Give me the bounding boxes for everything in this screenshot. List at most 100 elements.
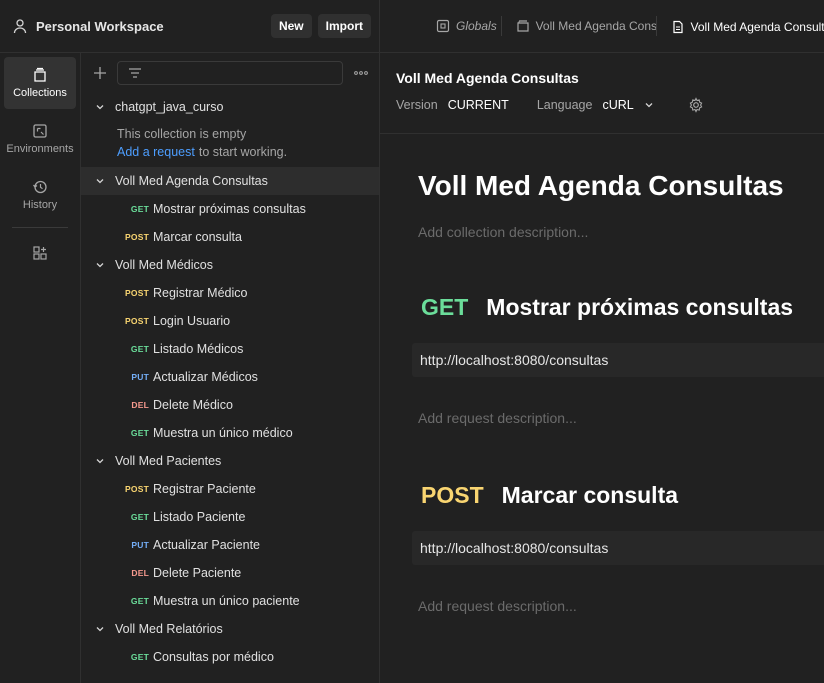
tree-request[interactable]: DEL Delete Paciente (81, 559, 379, 587)
request-name: Marcar consulta (153, 230, 242, 244)
request-name: Consultas por médico (153, 650, 274, 664)
request-name: Listado Médicos (153, 342, 244, 356)
method-badge: POST (421, 482, 484, 508)
version-select[interactable]: CURRENT (448, 98, 509, 112)
request-title[interactable]: Mostrar próximas consultas (486, 294, 793, 321)
tree-request[interactable]: GET Listado Paciente (81, 503, 379, 531)
new-button[interactable]: New (270, 14, 312, 38)
doc-meta-row: Version CURRENT Language cURL (396, 97, 824, 113)
globals-icon (436, 19, 450, 33)
method-badge: POST (125, 288, 149, 298)
tree-folder[interactable]: Voll Med Relatórios (81, 615, 379, 643)
sidebar-item-label: Collections (13, 87, 67, 99)
method-badge: DEL (131, 400, 149, 410)
workspace-title[interactable]: Personal Workspace (36, 19, 265, 34)
empty-text: This collection is empty (117, 127, 247, 141)
sidebar-rail: Collections Environments History (0, 53, 81, 683)
more-options-icon[interactable] (353, 70, 369, 76)
plus-icon[interactable] (93, 66, 107, 80)
method-badge: GET (130, 596, 149, 606)
collection-icon (516, 19, 530, 33)
request-name: Muestra un único médico (153, 426, 293, 440)
request-name: Registrar Médico (153, 286, 248, 300)
tree-request[interactable]: PUT Actualizar Médicos (81, 363, 379, 391)
tree-request[interactable]: POST Registrar Paciente (81, 475, 379, 503)
method-badge: GET (130, 428, 149, 438)
request-description-input[interactable]: Add request description... (418, 598, 824, 614)
filter-input[interactable] (117, 61, 343, 85)
tab-bar: Globals Voll Med Agenda Consul Voll Med … (380, 0, 824, 53)
sidebar-item-history[interactable]: History (4, 169, 76, 221)
method-badge: PUT (131, 372, 149, 382)
request-url[interactable]: http://localhost:8080/consultas (412, 343, 824, 377)
method-badge: PUT (131, 540, 149, 550)
doc-header-title: Voll Med Agenda Consultas (396, 70, 579, 86)
sidebar-item-environments[interactable]: Environments (4, 113, 76, 165)
chevron-down-icon (95, 176, 105, 186)
request-description-input[interactable]: Add request description... (418, 410, 824, 426)
tree-request[interactable]: POST Login Usuario (81, 307, 379, 335)
folder-name: Voll Med Relatórios (115, 622, 223, 636)
tab-globals[interactable]: Globals (422, 12, 501, 40)
workspace-header: Personal Workspace New Import (0, 0, 380, 53)
method-badge: GET (130, 512, 149, 522)
sidebar-item-configure[interactable] (4, 242, 76, 268)
user-icon (12, 18, 28, 34)
method-badge: GET (421, 294, 469, 320)
collection-title: Voll Med Agenda Consultas (418, 170, 784, 201)
tab-label: Globals (456, 19, 497, 33)
collection-description-input[interactable]: Add collection description... (418, 224, 824, 240)
collections-tree: chatgpt_java_curso This collection is em… (81, 53, 380, 683)
add-request-link[interactable]: Add a request (117, 145, 195, 159)
tab-collection-active[interactable]: Voll Med Agenda Consultas (656, 12, 824, 40)
request-title[interactable]: Marcar consulta (502, 482, 678, 509)
history-icon (32, 179, 48, 195)
tree-request[interactable]: GET Mostrar próximas consultas (81, 195, 379, 223)
method-badge: GET (130, 204, 149, 214)
doc-content: Voll Med Agenda Consultas Add collection… (380, 170, 824, 614)
tree-request[interactable]: GET Muestra un único médico (81, 419, 379, 447)
folder-name: Voll Med Pacientes (115, 454, 222, 468)
request-name: Listado Paciente (153, 510, 246, 524)
language-select[interactable]: cURL (602, 98, 633, 112)
filter-icon (128, 67, 142, 79)
empty-collection-note: This collection is empty Add a request to… (81, 125, 379, 161)
tree-request[interactable]: POST Registrar Médico (81, 279, 379, 307)
language-label: Language (536, 98, 593, 112)
tree-request[interactable]: GET Listado Médicos (81, 335, 379, 363)
rail-divider (12, 227, 68, 228)
chevron-down-icon (95, 102, 105, 112)
chevron-down-icon (95, 260, 105, 270)
tree-request[interactable]: PUT Actualizar Paciente (81, 531, 379, 559)
method-badge: GET (130, 652, 149, 662)
tree-request[interactable]: DEL Delete Médico (81, 391, 379, 419)
chevron-down-icon[interactable] (644, 100, 654, 110)
request-name: Muestra un único paciente (153, 594, 300, 608)
tree-request[interactable]: GET Muestra un único paciente (81, 587, 379, 615)
tab-collection-consul[interactable]: Voll Med Agenda Consul (502, 12, 656, 40)
doc-header: Voll Med Agenda Consultas Version CURREN… (380, 53, 824, 134)
sidebar-item-collections[interactable]: Collections (4, 57, 76, 109)
request-heading: GET Mostrar próximas consultas (421, 294, 824, 321)
version-label: Version (396, 98, 438, 112)
tree-request[interactable]: GET Consultas por médico (81, 643, 379, 671)
method-badge: GET (130, 344, 149, 354)
request-heading: POST Marcar consulta (421, 482, 824, 509)
tree-folder[interactable]: Voll Med Médicos (81, 251, 379, 279)
request-name: Actualizar Paciente (153, 538, 261, 552)
folder-name: chatgpt_java_curso (115, 100, 224, 114)
tree-folder[interactable]: chatgpt_java_curso (81, 93, 379, 121)
environments-icon (32, 123, 48, 139)
sidebar-item-label: History (22, 199, 58, 211)
sidebar-item-label: Environments (6, 143, 74, 155)
request-name: Login Usuario (153, 314, 231, 328)
tree-request[interactable]: POST Marcar consulta (81, 223, 379, 251)
tree-folder[interactable]: Voll Med Agenda Consultas (81, 167, 379, 195)
tree-folder[interactable]: Voll Med Pacientes (81, 447, 379, 475)
gear-icon[interactable] (688, 97, 704, 113)
request-url[interactable]: http://localhost:8080/consultas (412, 531, 824, 565)
method-badge: POST (125, 316, 149, 326)
import-button[interactable]: Import (317, 14, 371, 38)
folder-name: Voll Med Agenda Consultas (115, 174, 268, 188)
documentation-panel: Voll Med Agenda Consultas Version CURREN… (380, 53, 824, 683)
